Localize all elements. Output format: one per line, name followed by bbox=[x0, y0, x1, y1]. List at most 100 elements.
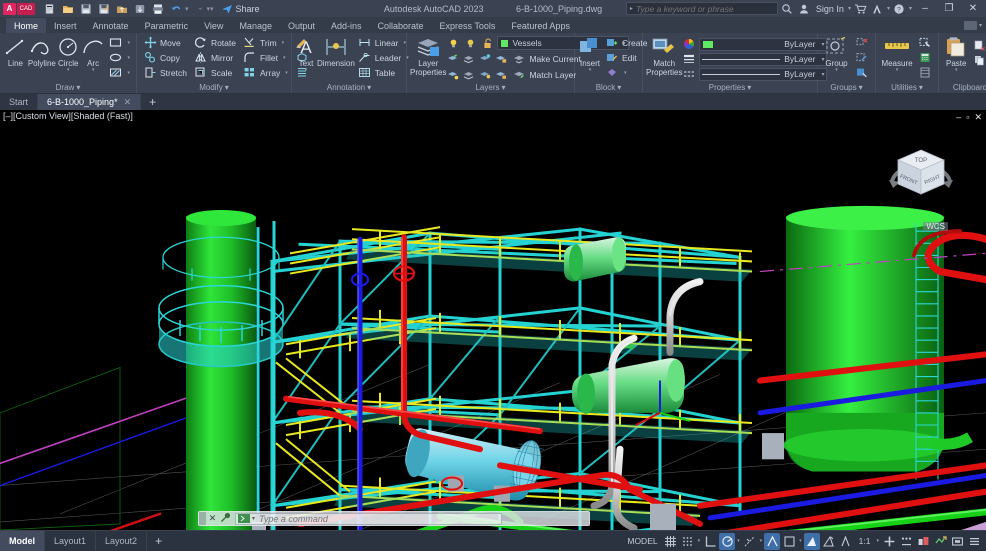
model-3d-view[interactable] bbox=[0, 110, 986, 530]
panel-modify-title[interactable]: Modify ▾ bbox=[137, 82, 291, 93]
panel-utilities-title[interactable]: Utilities ▾ bbox=[876, 82, 938, 93]
draw-circle-button[interactable]: Circle ▾ bbox=[56, 35, 81, 73]
search-dropdown-caret[interactable]: ▸ bbox=[627, 5, 636, 12]
draw-ellipse-button[interactable]: ▾ bbox=[106, 50, 134, 65]
viewport-close-icon[interactable]: ✕ bbox=[974, 112, 982, 123]
ribbon-tab-output[interactable]: Output bbox=[280, 18, 323, 33]
ucs-icon[interactable] bbox=[781, 533, 797, 550]
layer-freeze-icon[interactable] bbox=[462, 52, 476, 66]
layer-off-icon[interactable] bbox=[478, 52, 492, 66]
help-icon[interactable]: ? bbox=[892, 2, 907, 16]
ribbon-tab-collaborate[interactable]: Collaborate bbox=[370, 18, 432, 33]
cut-button[interactable]: ▾ bbox=[970, 38, 986, 53]
file-tab-piping[interactable]: 6-B-1000_Piping* ✕ bbox=[38, 94, 142, 110]
annotation-table-button[interactable]: Table bbox=[355, 65, 412, 80]
insert-dropdown-caret[interactable]: ▾ bbox=[589, 68, 592, 73]
lineweight-icon[interactable] bbox=[682, 52, 696, 66]
minimize-button[interactable]: – bbox=[914, 0, 936, 17]
user-account-icon[interactable] bbox=[797, 2, 812, 16]
sign-in-caret[interactable]: ▾ bbox=[848, 5, 851, 12]
ribbon-tab-insert[interactable]: Insert bbox=[46, 18, 85, 33]
draw-arc-dropdown-caret[interactable]: ▾ bbox=[92, 68, 95, 73]
app-caret[interactable]: ▾ bbox=[887, 5, 890, 12]
snap-mode-icon[interactable] bbox=[680, 533, 696, 550]
object-snap-tracking-icon[interactable] bbox=[742, 533, 758, 550]
new-drawing-icon[interactable] bbox=[42, 1, 58, 16]
draw-rectangle-button[interactable]: ▾ bbox=[106, 35, 134, 50]
layer-thaw-icon[interactable] bbox=[462, 68, 476, 82]
modify-trim-button[interactable]: Trim ▾ bbox=[240, 35, 291, 50]
command-line-grip[interactable] bbox=[199, 512, 206, 525]
layout-tab-layout1[interactable]: Layout1 bbox=[45, 531, 97, 551]
viewport-restore-icon[interactable]: ▫ bbox=[966, 112, 969, 123]
insert-block-button[interactable]: Insert ▾ bbox=[578, 35, 602, 73]
annotation-visibility-icon[interactable] bbox=[881, 533, 897, 550]
layer-turn-on-icon[interactable] bbox=[478, 68, 492, 82]
snap-mode-caret[interactable]: ▾ bbox=[697, 538, 702, 544]
ribbon-display-options-icon[interactable] bbox=[963, 21, 977, 30]
sign-in-label[interactable]: Sign In bbox=[814, 4, 846, 14]
array-dropdown-caret[interactable]: ▾ bbox=[285, 70, 288, 76]
modify-move-button[interactable]: Move bbox=[140, 35, 190, 50]
view-cube[interactable]: TOP FRONT RIGHT bbox=[884, 140, 958, 214]
object-snap-icon[interactable] bbox=[764, 532, 781, 550]
layout-tab-layout2[interactable]: Layout2 bbox=[96, 531, 148, 551]
maximize-button[interactable]: ❐ bbox=[938, 0, 960, 17]
ungroup-button[interactable] bbox=[852, 35, 872, 50]
lineweight-display-icon[interactable] bbox=[803, 532, 820, 550]
undo-icon[interactable] bbox=[168, 1, 184, 16]
ellipse-dropdown-caret[interactable]: ▾ bbox=[128, 55, 131, 61]
measure-button[interactable]: Measure ▾ bbox=[879, 35, 915, 73]
customization-menu-icon[interactable] bbox=[966, 533, 982, 550]
paste-button[interactable]: Paste ▾ bbox=[942, 35, 970, 73]
layer-lock-icon[interactable] bbox=[494, 52, 508, 66]
draw-polyline-button[interactable]: Polyline bbox=[28, 35, 56, 68]
viewport-controls-label[interactable]: [–][Custom View][Shaded (Fast)] bbox=[3, 111, 133, 121]
qat-customize-caret[interactable]: ▾ bbox=[210, 5, 214, 13]
new-file-tab-button[interactable]: + bbox=[141, 94, 164, 110]
layer-unlock-icon[interactable] bbox=[494, 68, 508, 82]
hardware-acceleration-icon[interactable] bbox=[932, 533, 948, 550]
autoscale-icon[interactable] bbox=[898, 533, 914, 550]
redo-icon[interactable] bbox=[190, 1, 206, 16]
command-input[interactable] bbox=[259, 513, 500, 524]
file-tab-start[interactable]: Start bbox=[0, 94, 39, 110]
object-color-combo[interactable]: ByLayer ▾ bbox=[699, 37, 828, 51]
draw-circle-dropdown-caret[interactable]: ▾ bbox=[67, 68, 70, 73]
search-box[interactable]: ▸ bbox=[625, 2, 778, 15]
drawing-canvas[interactable]: [–][Custom View][Shaded (Fast)] – ▫ ✕ TO… bbox=[0, 110, 986, 530]
wcs-label[interactable]: WCS bbox=[923, 222, 948, 231]
ribbon-display-caret[interactable]: ▾ bbox=[979, 22, 982, 29]
panel-layers-title[interactable]: Layers ▾ bbox=[407, 82, 574, 93]
layer-isolate-icon[interactable] bbox=[446, 52, 460, 66]
ribbon-tab-manage[interactable]: Manage bbox=[231, 18, 280, 33]
linetype-combo[interactable]: ByLayer ▾ bbox=[699, 67, 828, 81]
plot-icon[interactable] bbox=[150, 1, 166, 16]
grid-display-icon[interactable] bbox=[663, 533, 679, 550]
search-icon[interactable] bbox=[780, 2, 795, 16]
workspace-switching-icon[interactable] bbox=[915, 533, 931, 550]
annotation-scale-caret[interactable]: ▾ bbox=[875, 538, 880, 544]
transparency-icon[interactable] bbox=[821, 533, 837, 550]
text-dropdown-caret[interactable]: ▾ bbox=[305, 68, 308, 73]
ribbon-tab-home[interactable]: Home bbox=[6, 18, 47, 33]
trim-dropdown-caret[interactable]: ▾ bbox=[282, 40, 285, 46]
close-button[interactable]: ✕ bbox=[962, 0, 984, 17]
linetype-icon[interactable] bbox=[682, 67, 696, 81]
rectangle-dropdown-caret[interactable]: ▾ bbox=[128, 40, 131, 46]
panel-draw-title[interactable]: Draw ▾ bbox=[0, 82, 136, 93]
panel-clipboard-title[interactable]: Clipboard bbox=[939, 82, 986, 93]
annotation-scale-label[interactable]: 1:1 bbox=[855, 536, 875, 546]
linear-dropdown-caret[interactable]: ▾ bbox=[403, 40, 406, 46]
ribbon-tab-view[interactable]: View bbox=[196, 18, 231, 33]
selection-cycling-icon[interactable] bbox=[838, 533, 854, 550]
save-to-web-icon[interactable] bbox=[132, 1, 148, 16]
command-line-customize-icon[interactable] bbox=[219, 513, 232, 524]
fillet-dropdown-caret[interactable]: ▾ bbox=[283, 55, 286, 61]
autodesk-logo-icon[interactable]: A bbox=[3, 2, 16, 15]
polar-tracking-icon[interactable] bbox=[719, 532, 736, 550]
layer-properties-button[interactable]: Layer Properties bbox=[410, 35, 446, 77]
share-button[interactable]: Share bbox=[221, 3, 260, 15]
ribbon-tab-parametric[interactable]: Parametric bbox=[137, 18, 197, 33]
unlock-icon[interactable] bbox=[480, 36, 494, 50]
